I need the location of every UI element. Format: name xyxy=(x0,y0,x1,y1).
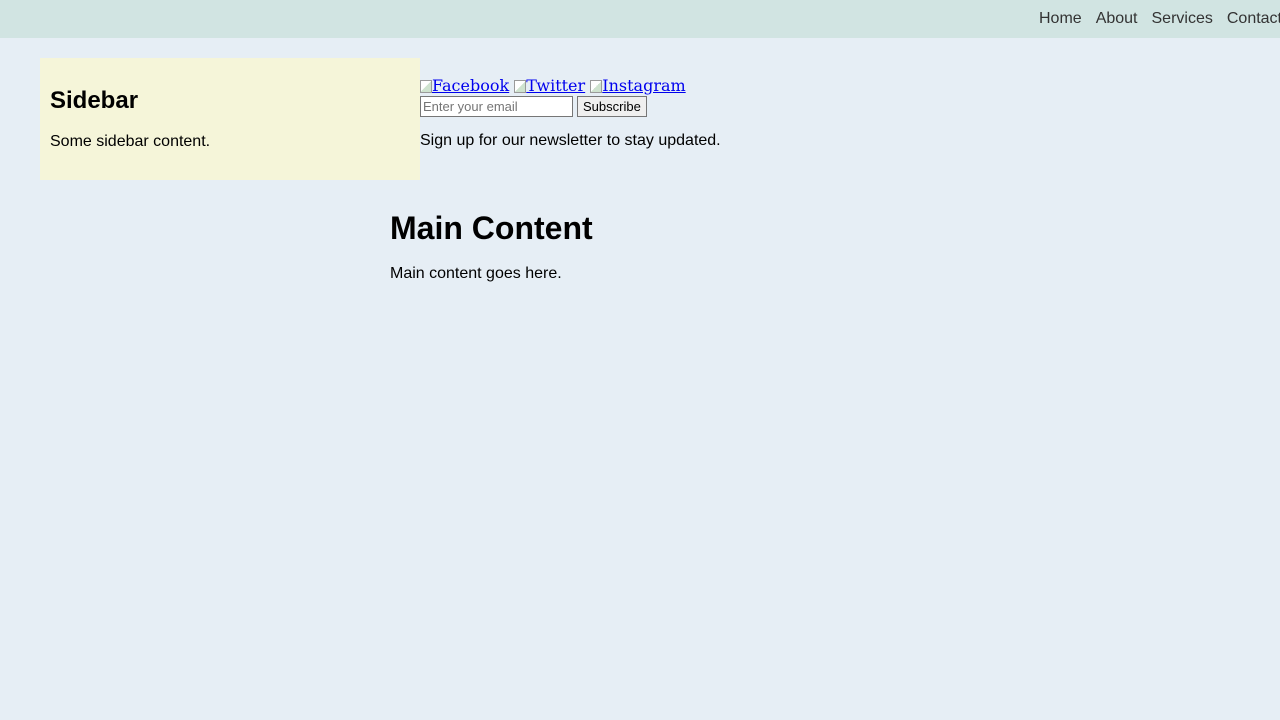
sidebar: Sidebar Some sidebar content. xyxy=(40,58,420,180)
newsletter-form: Subscribe xyxy=(420,96,647,117)
main-text: Main content goes here. xyxy=(390,265,562,282)
main-content: Main Content Main content goes here. xyxy=(390,205,593,286)
twitter-link[interactable]: Twitter xyxy=(514,76,585,95)
top-header: Home About Services Contact xyxy=(0,0,1280,38)
nav-link-contact[interactable]: Contact xyxy=(1227,10,1280,28)
social-links: Facebook Twitter Instagram xyxy=(420,77,686,95)
broken-image-icon xyxy=(514,80,527,93)
sidebar-title: Sidebar xyxy=(50,87,139,114)
email-input[interactable] xyxy=(420,96,573,117)
top-navigation: Home About Services Contact xyxy=(1039,0,1280,38)
subscribe-button[interactable]: Subscribe xyxy=(577,96,647,117)
broken-image-icon xyxy=(590,80,603,93)
sidebar-text: Some sidebar content. xyxy=(50,133,211,150)
newsletter-description: Sign up for our newsletter to stay updat… xyxy=(420,132,721,149)
facebook-link[interactable]: Facebook xyxy=(420,76,509,95)
instagram-link[interactable]: Instagram xyxy=(590,76,686,95)
facebook-link-label: Facebook xyxy=(432,76,510,95)
instagram-link-label: Instagram xyxy=(602,76,686,95)
twitter-link-label: Twitter xyxy=(526,76,586,95)
nav-link-home[interactable]: Home xyxy=(1039,10,1082,28)
nav-link-about[interactable]: About xyxy=(1096,10,1138,28)
main-title: Main Content xyxy=(390,210,593,246)
nav-link-services[interactable]: Services xyxy=(1152,10,1213,28)
broken-image-icon xyxy=(420,80,432,93)
